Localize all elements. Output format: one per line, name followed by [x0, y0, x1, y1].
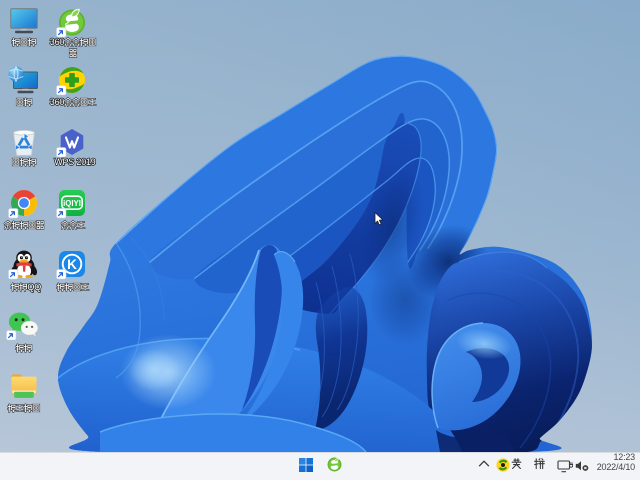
svg-text:iQIYI: iQIYI [63, 199, 81, 208]
svg-text:360: 360 [49, 37, 64, 47]
svg-text:WPS 2019: WPS 2019 [54, 157, 96, 167]
svg-text:360: 360 [49, 97, 64, 107]
svg-text:K: K [67, 257, 77, 272]
